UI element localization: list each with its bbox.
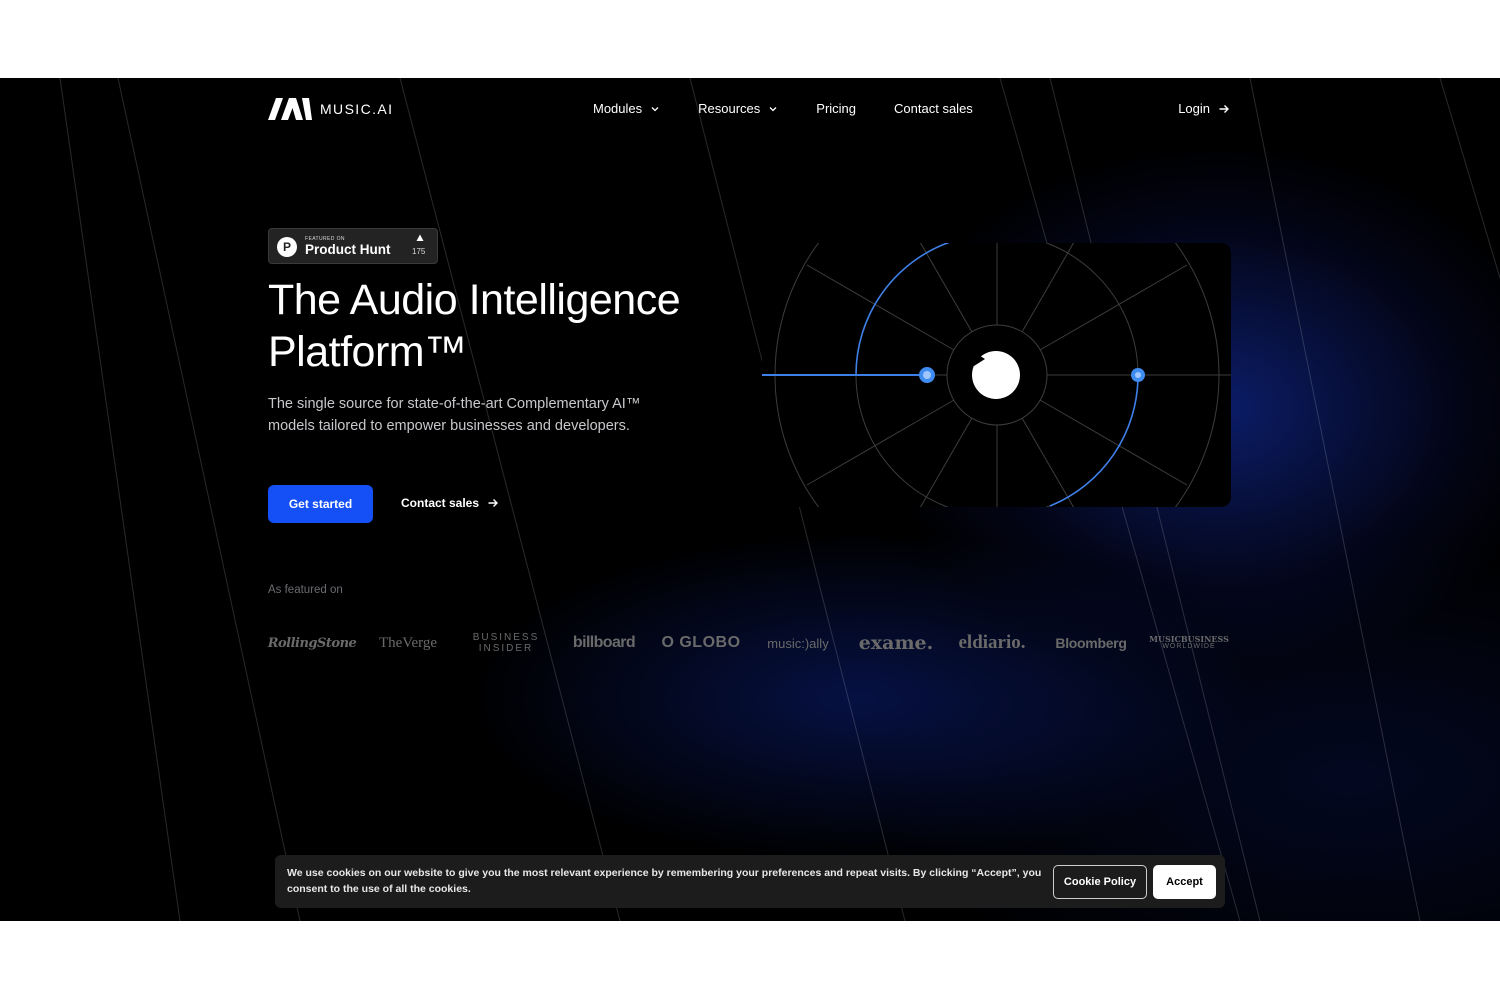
- o-globo-logo: O GLOBO: [661, 634, 741, 651]
- nav-resources[interactable]: Resources: [698, 101, 778, 116]
- nav-contact-sales[interactable]: Contact sales: [894, 101, 973, 116]
- viewport: MUSIC.AI Modules Resources Pricing Conta…: [0, 78, 1500, 921]
- product-hunt-badge[interactable]: P FEATURED ON Product Hunt 175: [268, 228, 438, 264]
- upvote-triangle-icon: [416, 234, 424, 241]
- nav-modules[interactable]: Modules: [593, 101, 660, 116]
- arrow-right-icon: [1219, 104, 1229, 113]
- hero-video[interactable]: [762, 243, 1231, 507]
- accept-label: Accept: [1166, 876, 1203, 888]
- chevron-down-icon: [651, 106, 659, 111]
- business-insider-line1: BUSINESS: [472, 632, 540, 643]
- contact-sales-label: Contact sales: [401, 496, 480, 510]
- nav-pricing-label: Pricing: [816, 101, 857, 116]
- login-label: Login: [1178, 101, 1210, 116]
- business-insider-logo: BUSINESS INSIDER: [466, 626, 546, 660]
- business-insider-line2: INSIDER: [478, 643, 534, 654]
- play-button[interactable]: [972, 351, 1020, 399]
- contact-sales-button[interactable]: Contact sales: [401, 496, 499, 510]
- top-nav: MUSIC.AI Modules Resources Pricing Conta…: [268, 96, 1230, 126]
- get-started-label: Get started: [288, 497, 353, 511]
- login-link[interactable]: Login: [1178, 101, 1230, 116]
- product-hunt-icon: P: [277, 237, 297, 257]
- hero-title: The Audio Intelligence Platform™: [268, 276, 681, 376]
- the-verge-logo: TheVerge: [378, 634, 438, 651]
- hero-description: The single source for state-of-the-art C…: [268, 396, 641, 434]
- exame-logo: exame.: [858, 632, 934, 654]
- eldiario-logo: eldiario.: [958, 632, 1026, 653]
- accept-cookies-button[interactable]: Accept: [1153, 865, 1216, 899]
- music-business-line2: WORLDWIDE: [1162, 643, 1216, 650]
- cookie-policy-label: Cookie Policy: [1063, 876, 1137, 888]
- featured-label: As featured on: [268, 584, 343, 596]
- logo-text: MUSIC.AI: [320, 101, 394, 117]
- music-ally-logo: music:)ally: [767, 635, 829, 651]
- background-streaks: [59, 78, 1500, 921]
- arrow-right-icon: [488, 499, 499, 507]
- cookie-text: We use cookies on our website to give yo…: [287, 867, 1042, 895]
- get-started-button[interactable]: Get started: [268, 485, 373, 523]
- cookie-policy-button[interactable]: Cookie Policy: [1053, 865, 1147, 899]
- logo[interactable]: MUSIC.AI: [268, 98, 393, 120]
- nav-pricing[interactable]: Pricing: [816, 101, 856, 116]
- featured-logos: RollingStone TheVerge BUSINESS INSIDER b…: [268, 626, 1230, 660]
- music-ai-logo-icon: [268, 98, 312, 120]
- music-business-worldwide-logo: MUSICBUSINESS WORLDWIDE: [1148, 626, 1230, 660]
- rolling-stone-logo: RollingStone: [267, 635, 357, 651]
- bloomberg-logo: Bloomberg: [1055, 635, 1127, 651]
- nav-resources-label: Resources: [698, 101, 761, 116]
- product-hunt-count: 175: [412, 247, 426, 256]
- billboard-logo: billboard: [572, 634, 636, 651]
- play-icon: [974, 352, 985, 366]
- product-hunt-name: Product Hunt: [305, 242, 391, 257]
- chevron-down-icon: [769, 106, 777, 111]
- nav-modules-label: Modules: [593, 101, 643, 116]
- cookie-banner: We use cookies on our website to give yo…: [275, 855, 1225, 908]
- nav-contact-sales-label: Contact sales: [894, 101, 973, 116]
- nav-links: Modules Resources Pricing Contact sales: [593, 101, 1011, 116]
- music-business-line1: MUSICBUSINESS: [1149, 634, 1229, 644]
